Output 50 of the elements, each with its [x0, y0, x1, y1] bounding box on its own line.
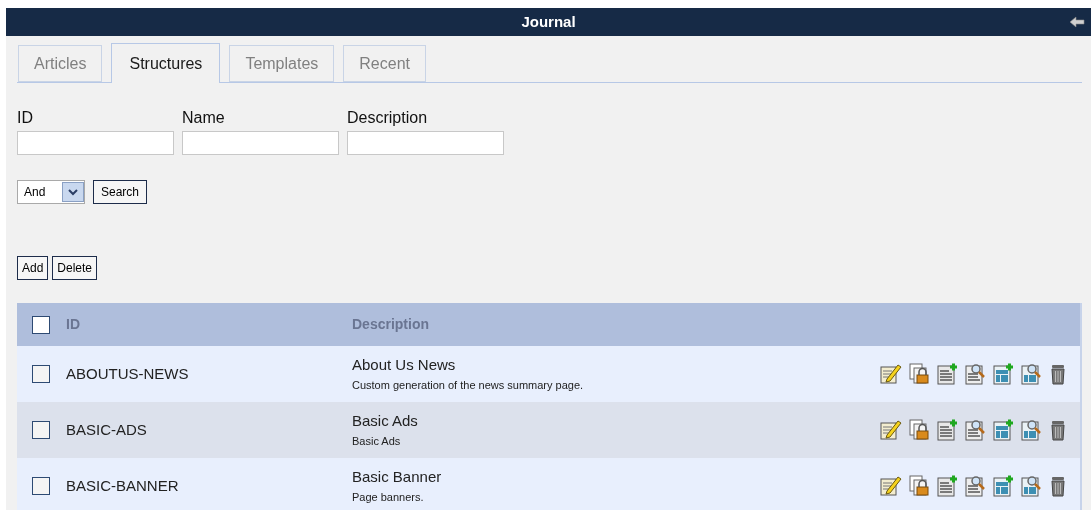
field-label: Description [347, 108, 429, 127]
structure-description: Page banners. [352, 489, 425, 505]
document-search-icon[interactable] [963, 362, 987, 386]
structure-name: Basic Banner [352, 466, 443, 486]
document-lock-icon[interactable] [907, 474, 931, 498]
action-button[interactable]: Delete [52, 256, 98, 280]
table-cell-text: ABOUTUS-NEWS [66, 363, 190, 384]
search-button[interactable]: Search [93, 180, 148, 204]
layout-add-icon[interactable] [991, 362, 1015, 386]
structure-description: Basic Ads [352, 433, 402, 449]
tab[interactable]: Templates [229, 45, 335, 82]
input-field[interactable] [347, 131, 504, 155]
window-title: Journal [521, 11, 576, 32]
table-cell-text: BASIC-BANNER [66, 475, 180, 496]
document-add-icon[interactable] [935, 362, 959, 386]
document-lock-icon[interactable] [907, 362, 931, 386]
match-select[interactable]: And [17, 180, 85, 204]
tab[interactable]: Articles [18, 45, 103, 82]
tab[interactable]: Structures [111, 43, 221, 83]
back-arrow-icon[interactable] [1069, 16, 1085, 28]
table-cell-text: BASIC-ADS [66, 419, 148, 440]
field-label: ID [17, 108, 34, 127]
layout-add-icon[interactable] [991, 474, 1015, 498]
select-all-checkbox[interactable] [32, 315, 50, 334]
edit-icon[interactable] [879, 418, 903, 442]
input-field[interactable] [17, 131, 174, 155]
table-row[interactable]: ABOUTUS-NEWS About Us News Custom generation of the news summary page. [17, 346, 1080, 402]
structure-description: Custom generation of the news summary page. [352, 377, 585, 393]
table-row[interactable]: BASIC-ADS Basic Ads Basic Ads [17, 402, 1080, 458]
edit-icon[interactable] [879, 362, 903, 386]
row-checkbox[interactable] [32, 477, 50, 495]
document-search-icon[interactable] [963, 418, 987, 442]
input-field[interactable] [182, 131, 339, 155]
document-search-icon[interactable] [963, 474, 987, 498]
document-add-icon[interactable] [935, 418, 959, 442]
structure-name: About Us News [352, 354, 457, 374]
row-checkbox[interactable] [32, 421, 50, 439]
layout-search-icon[interactable] [1019, 362, 1043, 386]
layout-search-icon[interactable] [1019, 474, 1043, 498]
document-lock-icon[interactable] [907, 418, 931, 442]
layout-add-icon[interactable] [991, 418, 1015, 442]
tab[interactable]: Recent [343, 45, 426, 82]
table-row[interactable]: BASIC-BANNER Basic Banner Page banners. [17, 458, 1080, 510]
edit-icon[interactable] [879, 474, 903, 498]
action-button[interactable]: Add [17, 256, 49, 280]
document-add-icon[interactable] [935, 474, 959, 498]
field-label: Name [182, 108, 226, 127]
row-checkbox[interactable] [32, 365, 50, 383]
layout-search-icon[interactable] [1019, 418, 1043, 442]
structure-name: Basic Ads [352, 410, 419, 430]
